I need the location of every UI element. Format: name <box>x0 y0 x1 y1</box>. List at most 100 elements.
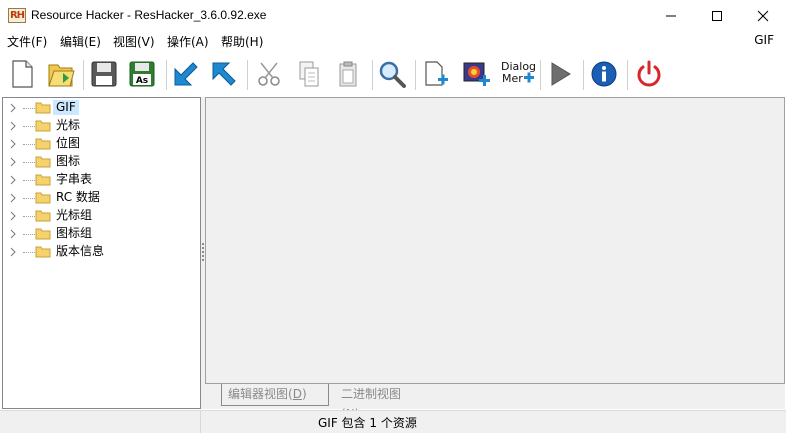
toolbar-separator <box>372 60 373 90</box>
tree-item-string-table[interactable]: 字串表 <box>3 171 193 189</box>
status-bar: GIF 包含 1 个资源 <box>0 410 786 433</box>
tree-connector <box>23 180 35 181</box>
maximize-icon <box>712 10 722 21</box>
chevron-right-icon[interactable] <box>9 139 17 149</box>
menu-action[interactable]: 操作(A) <box>167 33 209 50</box>
copy-icon <box>299 61 319 87</box>
back-button[interactable] <box>168 56 204 92</box>
tree-item-gif[interactable]: GIF <box>3 99 193 117</box>
chevron-right-icon[interactable] <box>9 211 17 221</box>
chevron-right-icon[interactable] <box>9 247 17 257</box>
paste-icon <box>339 61 357 87</box>
close-button[interactable] <box>740 0 786 31</box>
menu-help[interactable]: 帮助(H) <box>221 33 263 50</box>
add-blank-resource-button[interactable] <box>418 56 454 92</box>
minimize-icon <box>666 15 676 16</box>
menu-bar: 文件(F) 编辑(E) 视图(V) 操作(A) 帮助(H) GIF <box>0 31 786 51</box>
window-title: Resource Hacker - ResHacker_3.6.0.92.exe <box>31 8 267 22</box>
folder-icon <box>35 156 51 168</box>
toolbar-separator <box>627 60 628 90</box>
svg-text:Mer: Mer <box>502 72 523 85</box>
toolbar-separator <box>415 60 416 90</box>
toolbar-separator <box>166 60 167 90</box>
tree-connector <box>23 198 35 199</box>
chevron-right-icon[interactable] <box>9 193 17 203</box>
tree-item-bitmap[interactable]: 位图 <box>3 135 193 153</box>
tree-connector <box>23 126 35 127</box>
add-image-resource-button[interactable] <box>458 56 494 92</box>
forward-arrow-icon <box>212 62 236 86</box>
chevron-right-icon[interactable] <box>9 229 17 239</box>
back-arrow-icon <box>174 62 198 86</box>
save-button[interactable] <box>86 56 122 92</box>
tree-item-label: RC 数据 <box>56 190 100 204</box>
floppy-save-icon <box>91 61 117 87</box>
new-document-icon <box>12 60 33 88</box>
tab-editor-key: D <box>292 387 302 401</box>
tree-item-icon[interactable]: 图标 <box>3 153 193 171</box>
forward-button[interactable] <box>206 56 242 92</box>
floppy-save-as-icon: As <box>129 61 155 87</box>
toolbar-separator <box>540 60 541 90</box>
tree-connector <box>23 216 35 217</box>
chevron-right-icon[interactable] <box>9 157 17 167</box>
copy-button[interactable] <box>291 56 327 92</box>
tree-item-label: GIF <box>53 100 79 115</box>
power-icon <box>637 60 661 87</box>
chevron-right-icon[interactable] <box>9 103 17 113</box>
toolbar: As Dialog Mer <box>0 52 786 96</box>
tree-item-version-info[interactable]: 版本信息 <box>3 243 193 261</box>
save-as-icon-text: As <box>136 76 148 86</box>
cut-button[interactable] <box>252 56 288 92</box>
exit-button[interactable] <box>631 56 667 92</box>
tree-connector <box>23 108 35 109</box>
tree-connector <box>23 162 35 163</box>
minimize-button[interactable] <box>648 0 694 31</box>
tab-binary-view[interactable]: 二进制视图(N) <box>335 384 425 421</box>
chevron-right-icon[interactable] <box>9 121 17 131</box>
tree-item-cursor[interactable]: 光标 <box>3 117 193 135</box>
maximize-button[interactable] <box>694 0 740 31</box>
dialog-menu-icon: Dialog Mer <box>501 60 536 85</box>
new-file-button[interactable] <box>4 56 40 92</box>
tree-item-label: 光标 <box>56 118 81 132</box>
save-as-button[interactable]: As <box>124 56 160 92</box>
tree-item-label: 光标组 <box>56 208 93 222</box>
open-button[interactable] <box>43 56 79 92</box>
dialog-menu-button[interactable]: Dialog Mer <box>497 56 537 92</box>
tree-item-label: 位图 <box>56 136 81 150</box>
chevron-right-icon[interactable] <box>9 175 17 185</box>
tree-connector <box>23 252 35 253</box>
folder-icon <box>35 210 51 222</box>
tab-editor-view[interactable]: 编辑器视图(D) <box>221 384 329 406</box>
resource-tree[interactable]: GIF 光标 位图 图标 字串表 RC 数据 光标组 图标组 版本信息 <box>2 97 201 409</box>
menu-file[interactable]: 文件(F) <box>7 33 47 50</box>
status-text: GIF 包含 1 个资源 <box>318 416 417 430</box>
tree-item-rcdata[interactable]: RC 数据 <box>3 189 193 207</box>
menu-view[interactable]: 视图(V) <box>113 33 155 50</box>
app-logo-icon: RH <box>8 8 26 23</box>
info-icon <box>591 61 617 87</box>
tree-item-label: 字串表 <box>56 172 93 186</box>
status-cell-left <box>0 411 201 433</box>
add-image-resource-icon <box>463 62 490 86</box>
folder-icon <box>35 246 51 258</box>
folder-icon <box>35 138 51 150</box>
title-bar: RH Resource Hacker - ResHacker_3.6.0.92.… <box>0 0 786 31</box>
menu-edit[interactable]: 编辑(E) <box>60 33 101 50</box>
about-button[interactable] <box>586 56 622 92</box>
tree-item-cursor-group[interactable]: 光标组 <box>3 207 193 225</box>
find-button[interactable] <box>374 56 410 92</box>
open-folder-icon <box>48 64 75 87</box>
tree-item-label: 版本信息 <box>56 244 105 258</box>
tree-connector <box>23 234 35 235</box>
toolbar-separator <box>247 60 248 90</box>
tree-item-icon-group[interactable]: 图标组 <box>3 225 193 243</box>
toolbar-separator <box>83 60 84 90</box>
paste-button[interactable] <box>330 56 366 92</box>
play-icon <box>551 62 571 86</box>
magnifier-icon <box>379 61 406 88</box>
editor-view[interactable] <box>205 97 785 384</box>
compile-button[interactable] <box>542 56 578 92</box>
resource-type-indicator: GIF <box>754 33 774 47</box>
